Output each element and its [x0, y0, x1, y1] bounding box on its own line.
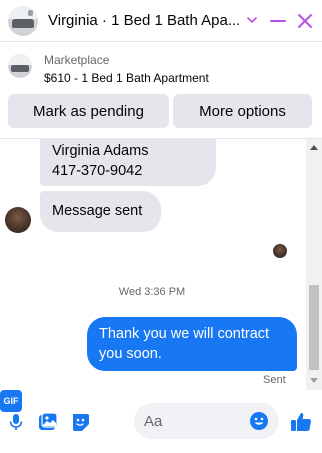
chat-header: Virginia · 1 Bed 1 Bath Apa...: [0, 0, 322, 42]
message-composer: GIF: [0, 390, 322, 453]
marketplace-label: Marketplace: [44, 53, 110, 67]
listing-thumbnail: [8, 54, 32, 78]
sticker-icon[interactable]: [69, 411, 91, 433]
incoming-message-contact[interactable]: Virginia Adams 417-370-9042: [40, 139, 216, 186]
outgoing-message[interactable]: Thank you we will contract you soon.: [87, 317, 297, 371]
contact-name: Virginia Adams: [52, 143, 149, 159]
message-input[interactable]: [144, 403, 244, 439]
message-input-container[interactable]: [134, 403, 279, 439]
message-thread[interactable]: Virginia Adams 417-370-9042 Message sent…: [0, 139, 322, 390]
photo-icon[interactable]: [37, 411, 59, 433]
thumbs-up-icon[interactable]: [289, 410, 313, 434]
listing-title[interactable]: $610 - 1 Bed 1 Bath Apartment: [44, 71, 209, 85]
more-options-button[interactable]: More options: [173, 94, 312, 128]
scroll-up-arrow-icon[interactable]: [310, 145, 318, 150]
chevron-down-icon[interactable]: [245, 13, 259, 27]
scrollbar-thumb[interactable]: [309, 285, 319, 370]
message-timestamp: Wed 3:36 PM: [118, 286, 186, 298]
microphone-icon[interactable]: [5, 411, 27, 433]
listing-avatar[interactable]: [8, 5, 38, 36]
close-icon[interactable]: [295, 11, 315, 31]
message-status: Sent: [263, 374, 286, 386]
mark-as-pending-button[interactable]: Mark as pending: [8, 94, 169, 128]
scroll-down-arrow-icon[interactable]: [310, 378, 318, 383]
gif-icon[interactable]: GIF: [0, 390, 22, 412]
read-receipt-avatar: [273, 244, 287, 258]
incoming-message[interactable]: Message sent: [40, 191, 161, 232]
sender-avatar[interactable]: [5, 207, 31, 233]
thread-scrollbar[interactable]: [306, 139, 322, 390]
minimize-icon[interactable]: [269, 12, 287, 30]
emoji-icon[interactable]: [249, 411, 269, 431]
marketplace-card[interactable]: Marketplace $610 - 1 Bed 1 Bath Apartmen…: [0, 46, 322, 90]
contact-phone: 417-370-9042: [52, 163, 143, 179]
chat-title[interactable]: Virginia · 1 Bed 1 Bath Apa...: [48, 12, 244, 29]
